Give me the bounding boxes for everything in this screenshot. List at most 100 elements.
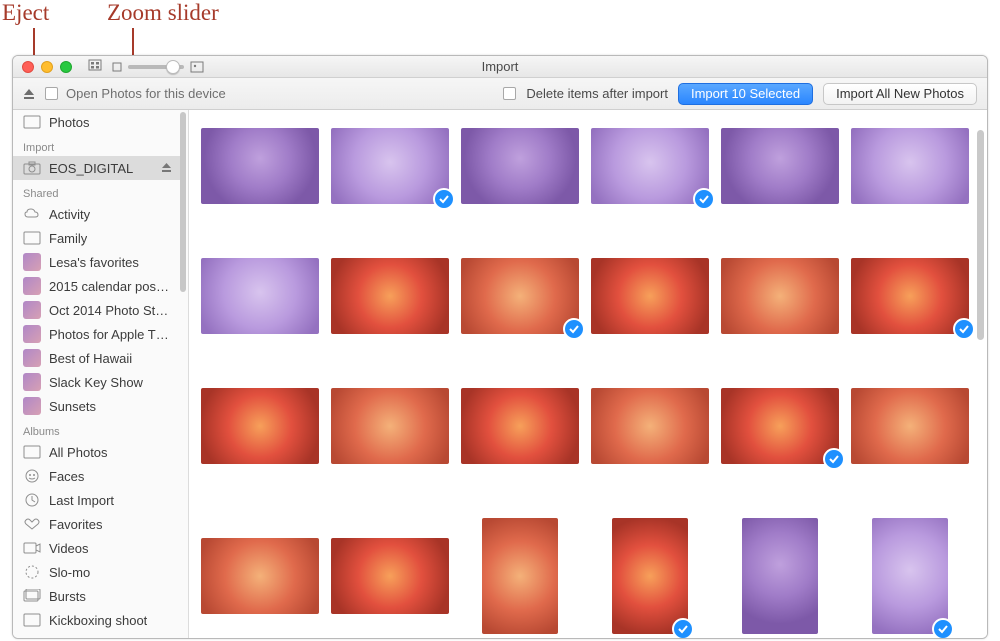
photo-cell[interactable] bbox=[331, 258, 449, 334]
photo-cell[interactable] bbox=[851, 258, 969, 334]
sidebar-item-label: Faces bbox=[49, 469, 84, 484]
sidebar-scrollbar[interactable] bbox=[180, 112, 186, 292]
photo-cell[interactable] bbox=[461, 128, 579, 204]
photo-thumbnail[interactable] bbox=[591, 388, 709, 464]
sidebar-item-album[interactable]: Kickboxing shoot bbox=[13, 608, 180, 632]
photo-cell[interactable] bbox=[591, 518, 709, 634]
photo-cell[interactable] bbox=[331, 128, 449, 204]
sidebar-item-shared[interactable]: Lesa's favorites bbox=[13, 250, 180, 274]
photo-thumbnail[interactable] bbox=[591, 258, 709, 334]
sidebar-item-album[interactable]: Videos bbox=[13, 536, 180, 560]
open-photos-label: Open Photos for this device bbox=[66, 86, 226, 101]
delete-after-import-checkbox[interactable] bbox=[503, 87, 516, 100]
sidebar-item-album[interactable]: Last Import bbox=[13, 488, 180, 512]
photo-thumbnail[interactable] bbox=[331, 258, 449, 334]
photo-cell[interactable] bbox=[591, 258, 709, 334]
photo-cell[interactable] bbox=[721, 128, 839, 204]
photo-thumbnail[interactable] bbox=[461, 128, 579, 204]
photo-grid bbox=[189, 110, 987, 638]
sidebar-item-photos[interactable]: Photos bbox=[13, 110, 180, 134]
eject-device-icon[interactable] bbox=[161, 161, 172, 176]
import-selected-button[interactable]: Import 10 Selected bbox=[678, 83, 813, 105]
sidebar-item-shared[interactable]: 2015 calendar possi… bbox=[13, 274, 180, 298]
album-type-icon bbox=[23, 444, 41, 460]
sidebar-item-shared[interactable]: Sunsets bbox=[13, 394, 180, 418]
photo-thumbnail[interactable] bbox=[461, 258, 579, 334]
sidebar-item-album[interactable]: Bursts bbox=[13, 584, 180, 608]
photo-thumbnail[interactable] bbox=[742, 518, 818, 634]
photo-thumbnail[interactable] bbox=[331, 538, 449, 614]
photo-thumbnail[interactable] bbox=[591, 128, 709, 204]
import-all-button[interactable]: Import All New Photos bbox=[823, 83, 977, 105]
sidebar-item-shared[interactable]: Best of Hawaii bbox=[13, 346, 180, 370]
photo-cell[interactable] bbox=[851, 518, 969, 634]
sidebar-item-label: Bursts bbox=[49, 589, 86, 604]
photo-thumbnail[interactable] bbox=[851, 258, 969, 334]
photo-thumbnail[interactable] bbox=[201, 128, 319, 204]
photo-cell[interactable] bbox=[331, 518, 449, 634]
photo-cell[interactable] bbox=[591, 128, 709, 204]
sidebar-photos-label: Photos bbox=[49, 115, 89, 130]
photo-thumbnail[interactable] bbox=[721, 128, 839, 204]
photo-thumbnail[interactable] bbox=[461, 388, 579, 464]
photo-cell[interactable] bbox=[331, 388, 449, 464]
photo-cell[interactable] bbox=[591, 388, 709, 464]
photo-thumbnail[interactable] bbox=[851, 388, 969, 464]
album-type-icon bbox=[23, 492, 41, 508]
sidebar-item-shared[interactable]: Photos for Apple TV… bbox=[13, 322, 180, 346]
photo-thumbnail[interactable] bbox=[201, 258, 319, 334]
photo-cell[interactable] bbox=[721, 258, 839, 334]
eject-button[interactable] bbox=[21, 86, 37, 102]
sidebar-item-album[interactable]: Faces bbox=[13, 464, 180, 488]
annotation-zoom-line bbox=[132, 28, 134, 58]
photo-cell[interactable] bbox=[201, 518, 319, 634]
sidebar-item-label: Activity bbox=[49, 207, 90, 222]
selected-checkmark-icon bbox=[932, 618, 954, 638]
photo-thumbnail[interactable] bbox=[721, 258, 839, 334]
grid-scrollbar[interactable] bbox=[977, 130, 984, 340]
photo-cell[interactable] bbox=[201, 388, 319, 464]
photo-thumbnail[interactable] bbox=[482, 518, 558, 634]
sidebar-device-label: EOS_DIGITAL bbox=[49, 161, 133, 176]
photo-cell[interactable] bbox=[851, 388, 969, 464]
photo-cell[interactable] bbox=[201, 258, 319, 334]
photo-thumbnail[interactable] bbox=[721, 388, 839, 464]
sidebar-item-label: Oct 2014 Photo Stream bbox=[49, 303, 172, 318]
sidebar-item-label: Kickboxing shoot bbox=[49, 613, 147, 628]
open-photos-checkbox[interactable] bbox=[45, 87, 58, 100]
sidebar-item-shared[interactable]: Slack Key Show bbox=[13, 370, 180, 394]
photo-thumbnail[interactable] bbox=[612, 518, 688, 634]
sidebar-item-album[interactable]: Favorites bbox=[13, 512, 180, 536]
photo-cell[interactable] bbox=[201, 128, 319, 204]
photo-thumbnail[interactable] bbox=[331, 128, 449, 204]
photo-cell[interactable] bbox=[721, 518, 839, 634]
photo-cell[interactable] bbox=[461, 258, 579, 334]
sidebar-item-device[interactable]: EOS_DIGITAL bbox=[13, 156, 180, 180]
photo-cell[interactable] bbox=[851, 128, 969, 204]
sidebar-item-shared[interactable]: Family bbox=[13, 226, 180, 250]
photo-cell[interactable] bbox=[461, 388, 579, 464]
annotation-zoom: Zoom slider bbox=[107, 0, 219, 26]
selected-checkmark-icon bbox=[563, 318, 585, 340]
sidebar-item-label: Family bbox=[49, 231, 87, 246]
photo-thumbnail[interactable] bbox=[201, 538, 319, 614]
sidebar-item-label: Slack Key Show bbox=[49, 375, 143, 390]
sidebar-item-label: Videos bbox=[49, 541, 89, 556]
photo-thumbnail[interactable] bbox=[872, 518, 948, 634]
album-thumb-icon bbox=[23, 397, 41, 415]
photo-thumbnail[interactable] bbox=[851, 128, 969, 204]
app-window: Import Open Photos for this device Delet… bbox=[12, 55, 988, 639]
photo-thumbnail[interactable] bbox=[331, 388, 449, 464]
photo-thumbnail[interactable] bbox=[201, 388, 319, 464]
sidebar-item-shared[interactable]: Oct 2014 Photo Stream bbox=[13, 298, 180, 322]
album-thumb-icon bbox=[23, 349, 41, 367]
album-thumb-icon bbox=[23, 277, 41, 295]
sidebar-item-album[interactable]: Slo-mo bbox=[13, 560, 180, 584]
album-thumb-icon bbox=[23, 301, 41, 319]
sidebar-item-label: Favorites bbox=[49, 517, 102, 532]
photo-cell[interactable] bbox=[461, 518, 579, 634]
sidebar-item-shared[interactable]: Activity bbox=[13, 202, 180, 226]
photo-cell[interactable] bbox=[721, 388, 839, 464]
sidebar-section-albums: Albums bbox=[13, 418, 180, 440]
sidebar-item-album[interactable]: All Photos bbox=[13, 440, 180, 464]
